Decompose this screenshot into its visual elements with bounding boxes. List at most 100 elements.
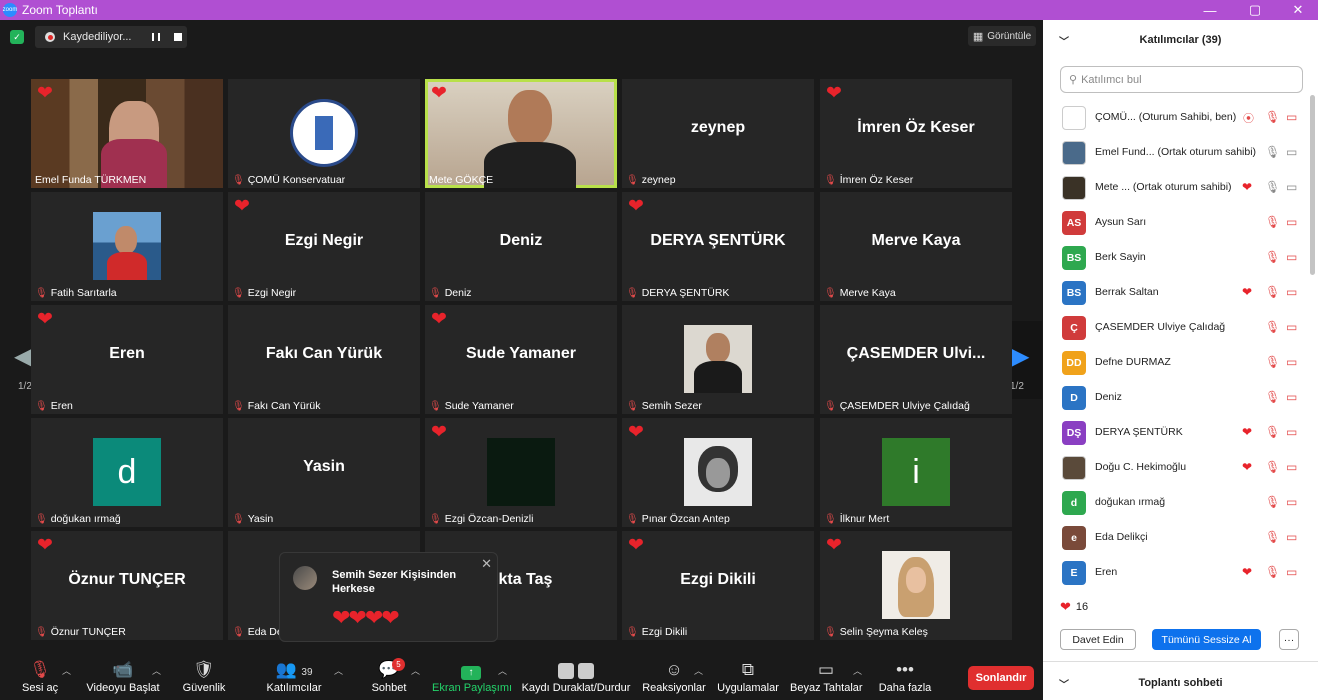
muted-mic-icon[interactable]: 🎙 <box>1265 565 1280 579</box>
share-caret-icon[interactable]: ︿ <box>498 664 507 677</box>
muted-mic-icon[interactable]: 🎙 <box>1265 530 1280 544</box>
next-page-arrow-icon[interactable]: ▶ <box>1011 342 1029 371</box>
video-tile[interactable]: Ezgi Dikili ❤ 🎙 Ezgi Dikili <box>622 531 814 640</box>
chat-chevron-icon[interactable]: ﹀ <box>1059 676 1069 691</box>
invite-button[interactable]: Davet Edin <box>1060 629 1136 650</box>
unmute-button[interactable]: 🎙 Sesi aç <box>22 658 58 694</box>
participant-row[interactable]: AS Aysun Sarı 🎙 ▭ <box>1043 205 1305 240</box>
muted-mic-icon[interactable]: 🎙 <box>1265 390 1280 404</box>
chat-button[interactable]: 💬 5 Sohbet <box>370 658 408 694</box>
participant-row[interactable]: E Eren ❤ 🎙 ▭ <box>1043 555 1305 585</box>
video-tile[interactable]: ❤ 🎙 Pınar Özcan Antep <box>622 418 814 527</box>
participant-row[interactable]: ÇOMÜ... (Oturum Sahibi, ben) ⦿ 🎙 ▭ <box>1043 100 1305 135</box>
participants-caret-icon[interactable]: ︿ <box>334 664 343 677</box>
audio-options-caret-icon[interactable]: ︿ <box>62 664 71 677</box>
participant-row[interactable]: Doğu C. Hekimoğlu ❤ 🎙 ▭ <box>1043 450 1305 485</box>
mic-icon[interactable]: 🎙 <box>1265 145 1280 159</box>
camera-off-icon[interactable]: ▭ <box>1286 390 1297 404</box>
video-tile[interactable]: 🎙 ÇOMÜ Konservatuar <box>228 79 420 188</box>
video-tile[interactable]: Öznur TUNÇER ❤ 🎙 Öznur TUNÇER <box>31 531 223 640</box>
mic-icon[interactable]: 🎙 <box>1265 180 1280 194</box>
muted-mic-icon[interactable]: 🎙 <box>1265 285 1280 299</box>
video-tile[interactable]: ÇASEMDER Ulvi... 🎙 ÇASEMDER Ulviye Çalıdağ <box>820 305 1012 414</box>
chat-caret-icon[interactable]: ︿ <box>411 664 420 677</box>
start-video-button[interactable]: 📹 Videoyu Başlat <box>86 658 160 694</box>
video-tile[interactable]: DERYA ŞENTÜRK ❤ 🎙 DERYA ŞENTÜRK <box>622 192 814 301</box>
muted-mic-icon[interactable]: 🎙 <box>1265 425 1280 439</box>
more-button[interactable]: ••• Daha fazla <box>876 658 934 694</box>
participant-row[interactable]: D Deniz 🎙 ▭ <box>1043 380 1305 415</box>
pause-recording-icon[interactable] <box>152 33 160 41</box>
end-meeting-button[interactable]: Sonlandır <box>968 666 1034 690</box>
apps-button[interactable]: ⧉ Uygulamalar <box>716 658 780 694</box>
video-tile[interactable]: Sude Yamaner ❤ 🎙 Sude Yamaner <box>425 305 617 414</box>
camera-off-icon[interactable]: ▭ <box>1286 110 1297 124</box>
camera-off-icon[interactable]: ▭ <box>1286 355 1297 369</box>
camera-icon[interactable]: ▭ <box>1286 145 1297 159</box>
camera-off-icon[interactable]: ▭ <box>1286 530 1297 544</box>
close-window-button[interactable]: ✕ <box>1280 0 1316 20</box>
video-tile[interactable]: Fakı Can Yürük 🎙 Fakı Can Yürük <box>228 305 420 414</box>
video-tile[interactable]: 🎙 Semih Sezer <box>622 305 814 414</box>
participants-button[interactable]: 👥 39 Katılımcılar <box>264 658 324 694</box>
participant-row[interactable]: BS Berk Sayin 🎙 ▭ <box>1043 240 1305 275</box>
encryption-shield-icon[interactable]: ✓ <box>10 30 24 44</box>
participant-row[interactable]: BS Berrak Saltan ❤ 🎙 ▭ <box>1043 275 1305 310</box>
video-tile[interactable]: İmren Öz Keser ❤ 🎙 İmren Öz Keser <box>820 79 1012 188</box>
participant-row[interactable]: Emel Fund... (Ortak oturum sahibi) 🎙 ▭ <box>1043 135 1305 170</box>
video-tile[interactable]: zeynep 🎙 zeynep <box>622 79 814 188</box>
collapse-chevron-icon[interactable]: ﹀ <box>1059 33 1069 48</box>
muted-mic-icon[interactable]: 🎙 <box>1265 215 1280 229</box>
participant-row[interactable]: DD Defne DURMAZ 🎙 ▭ <box>1043 345 1305 380</box>
participant-name-label: 🎙 Ezgi Negir <box>232 287 296 299</box>
camera-off-icon[interactable]: ▭ <box>1286 460 1297 474</box>
muted-mic-icon[interactable]: 🎙 <box>1265 320 1280 334</box>
close-popup-icon[interactable]: ✕ <box>481 556 492 572</box>
muted-mic-icon[interactable]: 🎙 <box>1265 355 1280 369</box>
video-tile[interactable]: i 🎙 İlknur Mert <box>820 418 1012 527</box>
video-tile[interactable]: ❤ Emel Funda TÜRKMEN <box>31 79 223 188</box>
view-button[interactable]: ▦ Görüntüle <box>968 26 1036 46</box>
participant-search-input[interactable]: ⚲ Katılımcı bul <box>1060 66 1303 93</box>
video-tile[interactable]: d 🎙 doğukan ırmağ <box>31 418 223 527</box>
camera-off-icon[interactable]: ▭ <box>1286 250 1297 264</box>
participant-row[interactable]: Mete ... (Ortak oturum sahibi) ❤ 🎙 ▭ <box>1043 170 1305 205</box>
camera-off-icon[interactable]: ▭ <box>1286 215 1297 229</box>
video-options-caret-icon[interactable]: ︿ <box>152 664 161 677</box>
camera-off-icon[interactable]: ▭ <box>1286 425 1297 439</box>
panel-more-button[interactable]: ··· <box>1279 629 1299 650</box>
mute-all-button[interactable]: Tümünü Sessize Al <box>1152 629 1261 650</box>
maximize-button[interactable]: ▢ <box>1237 0 1273 20</box>
participant-row[interactable]: d doğukan ırmağ 🎙 ▭ <box>1043 485 1305 520</box>
video-tile[interactable]: Merve Kaya 🎙 Merve Kaya <box>820 192 1012 301</box>
participant-row[interactable]: DŞ DERYA ŞENTÜRK ❤ 🎙 ▭ <box>1043 415 1305 450</box>
whiteboards-button[interactable]: ▭ Beyaz Tahtalar <box>790 658 863 694</box>
muted-mic-icon[interactable]: 🎙 <box>1265 460 1280 474</box>
video-tile[interactable]: Yasin 🎙 Yasin <box>228 418 420 527</box>
camera-off-icon[interactable]: ▭ <box>1286 320 1297 334</box>
video-tile[interactable]: ❤ 🎙 Selin Şeyma Keleş <box>820 531 1012 640</box>
camera-off-icon[interactable]: ▭ <box>1286 285 1297 299</box>
reactions-caret-icon[interactable]: ︿ <box>694 664 703 677</box>
participant-row[interactable]: e Eda Delikçi 🎙 ▭ <box>1043 520 1305 555</box>
muted-mic-icon[interactable]: 🎙 <box>1265 110 1280 124</box>
camera-off-icon[interactable]: ▭ <box>1286 565 1297 579</box>
muted-mic-icon[interactable]: 🎙 <box>1265 495 1280 509</box>
minimize-button[interactable]: — <box>1192 0 1228 20</box>
whiteboard-caret-icon[interactable]: ︿ <box>853 664 862 677</box>
stop-recording-icon[interactable] <box>174 33 182 41</box>
muted-mic-icon[interactable]: 🎙 <box>1265 250 1280 264</box>
camera-off-icon[interactable]: ▭ <box>1286 495 1297 509</box>
prev-page-arrow-icon[interactable]: ◀ <box>14 342 32 371</box>
video-tile[interactable]: ❤ Mete GÖKÇE <box>425 79 617 188</box>
video-tile[interactable]: Eren ❤ 🎙 Eren <box>31 305 223 414</box>
video-tile[interactable]: ❤ 🎙 Ezgi Özcan-Denizli <box>425 418 617 527</box>
pause-stop-recording-button[interactable]: Kaydı Duraklat/Durdur <box>520 658 632 694</box>
participant-row[interactable]: Ç ÇASEMDER Ulviye Çalıdağ 🎙 ▭ <box>1043 310 1305 345</box>
camera-icon[interactable]: ▭ <box>1286 180 1297 194</box>
participant-list-scrollbar[interactable] <box>1310 95 1315 275</box>
video-tile[interactable]: Ezgi Negir ❤ 🎙 Ezgi Negir <box>228 192 420 301</box>
video-tile[interactable]: Deniz 🎙 Deniz <box>425 192 617 301</box>
security-button[interactable]: 🛡 Güvenlik <box>180 658 228 694</box>
video-tile[interactable]: 🎙 Fatih Sarıtarla <box>31 192 223 301</box>
